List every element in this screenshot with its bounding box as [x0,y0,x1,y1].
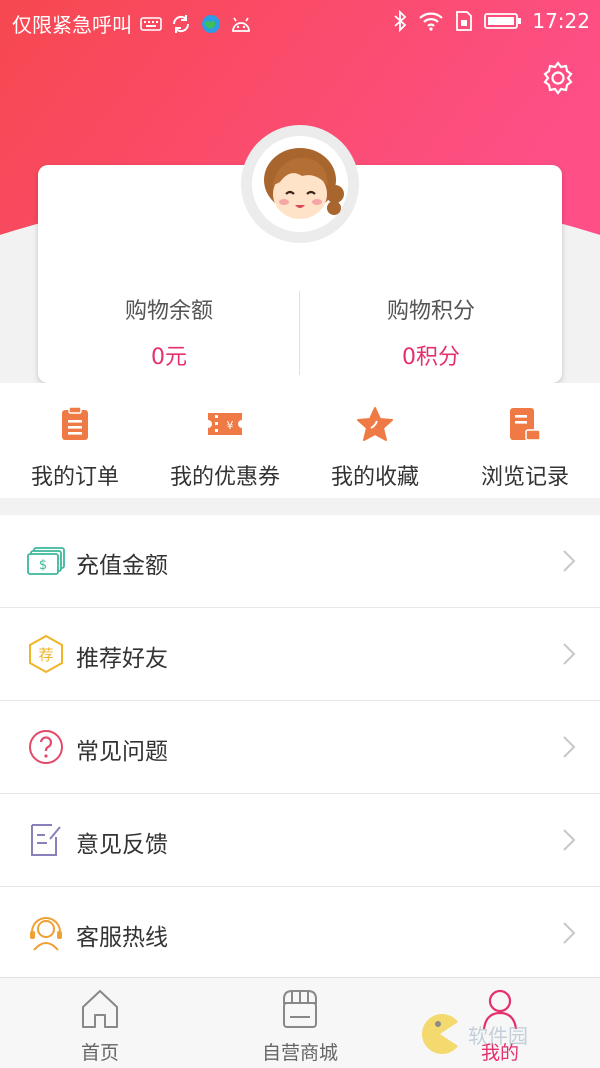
menu-recharge[interactable]: $ 充值金额 [0,515,600,608]
menu-label: 常见问题 [76,739,168,765]
quick-label: 我的优惠券 [169,465,280,490]
chevron-right-icon [563,829,576,851]
quick-my-coupons[interactable]: ¥ 我的优惠券 [150,403,300,491]
status-bar: 仅限紧急呼叫 17:22 [0,0,600,44]
money-icon: $ [27,547,65,575]
settings-button[interactable] [538,58,578,98]
tab-label: 自营商城 [261,1042,338,1064]
settings-menu: $ 充值金额 荐 推荐好友 常见问题 意见反馈 客服热线 [0,515,600,979]
question-icon [29,730,63,764]
tab-store[interactable]: 自营商城 [200,986,400,1065]
balance-value: 0元 [151,345,187,370]
wifi-icon [419,12,444,31]
clipboard-icon [62,406,88,440]
menu-label: 意见反馈 [76,832,168,858]
globe-app-icon [202,14,220,33]
chevron-right-icon [563,643,576,665]
feedback-icon [31,824,61,856]
chevron-right-icon [563,550,576,572]
quick-my-orders[interactable]: 我的订单 [0,403,150,491]
carrier-text: 仅限紧急呼叫 [12,13,132,37]
pacman-logo-icon [422,1014,458,1054]
battery-icon [484,13,522,29]
menu-label: 充值金额 [76,553,168,579]
star-icon [357,407,393,441]
store-icon [283,990,317,1028]
clock-text: 17:22 [532,9,590,33]
balance-section[interactable]: 购物余额 0元 [38,293,300,371]
quick-label: 浏览记录 [480,465,569,490]
menu-customer-hotline[interactable]: 客服热线 [0,887,600,979]
recommend-icon: 荐 [29,634,63,674]
svg-text:$: $ [39,558,47,573]
history-icon [510,408,541,441]
points-section[interactable]: 购物积分 0积分 [300,293,562,371]
home-icon [82,990,118,1028]
sync-icon [172,14,190,33]
android-icon [232,17,250,32]
coupon-icon: ¥ [208,413,242,435]
menu-label: 客服热线 [76,925,168,951]
avatar[interactable] [241,125,359,243]
watermark-text: 软件园 [468,1023,528,1048]
balance-label: 购物余额 [124,299,213,324]
quick-actions: 我的订单 ¥ 我的优惠券 我的收藏 浏览记录 [0,383,600,498]
quick-browse-history[interactable]: 浏览记录 [450,403,600,491]
tab-home[interactable]: 首页 [0,986,200,1065]
menu-feedback[interactable]: 意见反馈 [0,794,600,887]
points-value: 0积分 [402,345,460,370]
bluetooth-icon [394,10,407,32]
quick-label: 我的收藏 [330,465,419,490]
tab-label: 首页 [80,1042,119,1064]
svg-text:荐: 荐 [38,646,53,664]
svg-text:¥: ¥ [227,419,234,432]
quick-my-favorites[interactable]: 我的收藏 [300,403,450,491]
points-label: 购物积分 [386,299,475,324]
keyboard-icon [140,16,162,31]
gear-icon [543,61,573,95]
avatar-girl-icon [252,136,348,232]
chevron-right-icon [563,736,576,758]
menu-recommend-friends[interactable]: 荐 推荐好友 [0,608,600,701]
watermark-logo: 软件园 [418,1012,528,1056]
headset-icon [30,917,62,951]
menu-faq[interactable]: 常见问题 [0,701,600,794]
quick-label: 我的订单 [30,465,119,490]
menu-label: 推荐好友 [76,646,168,672]
sim-icon [456,11,473,31]
chevron-right-icon [563,922,576,944]
